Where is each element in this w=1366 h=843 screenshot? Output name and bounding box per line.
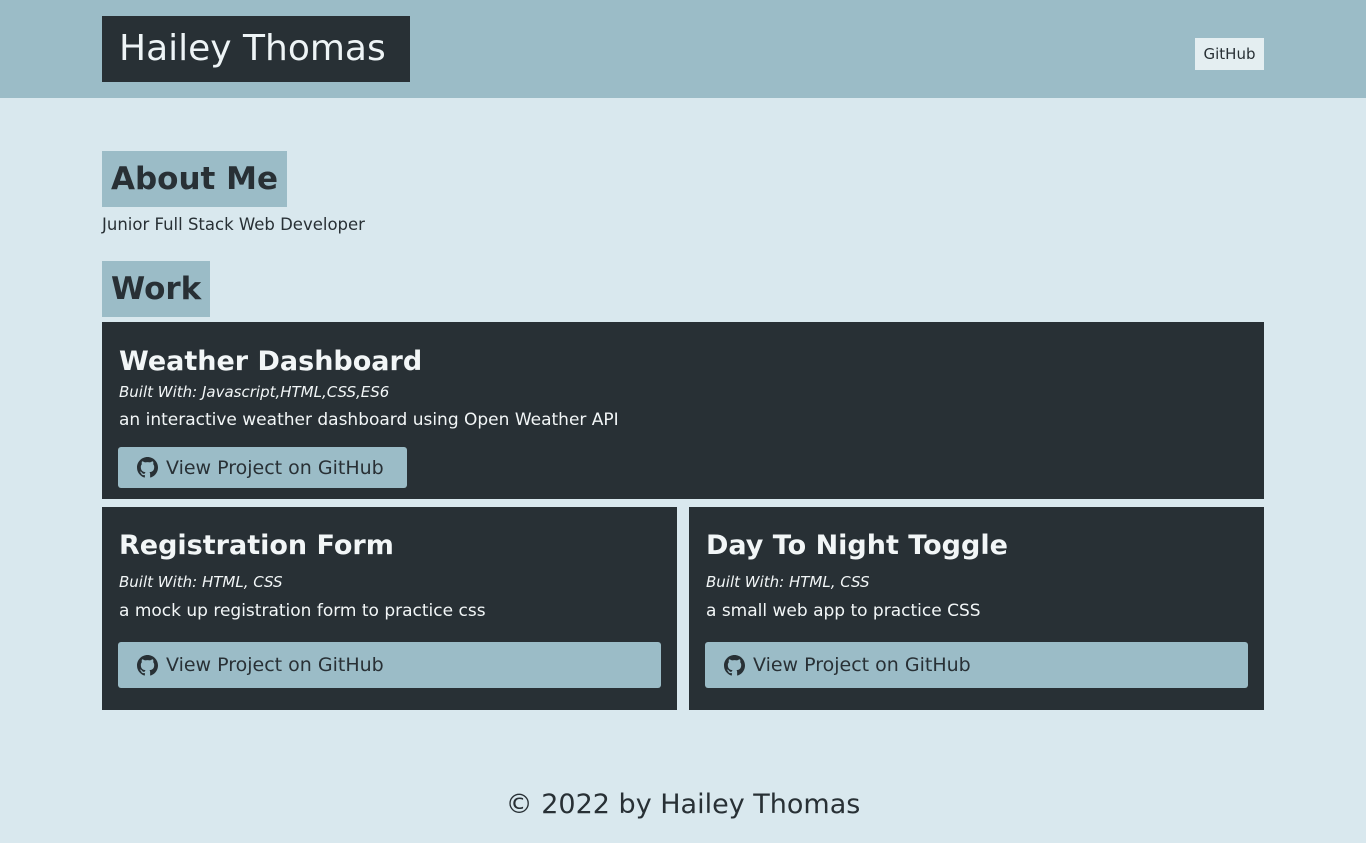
site-header: Hailey Thomas GitHub [0, 0, 1366, 98]
project-title: Day To Night Toggle [706, 530, 1008, 561]
footer-copyright: © 2022 by Hailey Thomas [505, 789, 861, 820]
view-project-button[interactable]: View Project on GitHub [118, 642, 661, 688]
project-built-with: Built With: HTML, CSS [706, 573, 870, 591]
project-description: an interactive weather dashboard using O… [119, 410, 619, 430]
view-project-button[interactable]: View Project on GitHub [705, 642, 1248, 688]
project-title: Registration Form [119, 530, 394, 561]
view-project-label: View Project on GitHub [166, 456, 384, 479]
site-footer: © 2022 by Hailey Thomas [0, 785, 1366, 825]
project-card-weather-dashboard: Weather Dashboard Built With: Javascript… [102, 322, 1264, 499]
about-text: Junior Full Stack Web Developer [102, 215, 365, 234]
view-project-button[interactable]: View Project on GitHub [118, 447, 407, 488]
nav-github-link[interactable]: GitHub [1195, 38, 1264, 70]
project-built-with: Built With: HTML, CSS [119, 573, 283, 591]
work-heading: Work [102, 261, 211, 317]
about-heading: About Me [102, 151, 288, 207]
project-title: Weather Dashboard [119, 346, 423, 377]
project-description: a small web app to practice CSS [706, 601, 981, 621]
project-card-registration-form: Registration Form Built With: HTML, CSS … [102, 507, 677, 710]
site-brand[interactable]: Hailey Thomas [102, 16, 410, 82]
github-icon [137, 654, 158, 675]
project-built-with: Built With: Javascript,HTML,CSS,ES6 [119, 383, 390, 401]
github-icon [137, 457, 158, 478]
project-card-day-to-night-toggle: Day To Night Toggle Built With: HTML, CS… [689, 507, 1264, 710]
project-description: a mock up registration form to practice … [119, 601, 486, 621]
view-project-label: View Project on GitHub [753, 654, 971, 676]
view-project-label: View Project on GitHub [166, 654, 384, 676]
github-icon [724, 654, 745, 675]
